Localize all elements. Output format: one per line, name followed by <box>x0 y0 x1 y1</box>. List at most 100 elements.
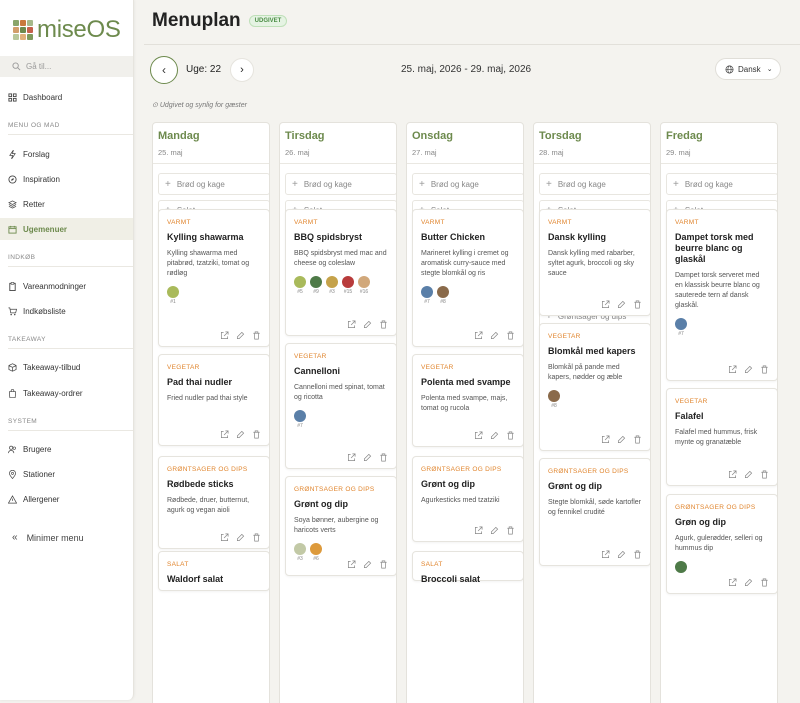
sidebar-item-allergener[interactable]: Allergener <box>0 488 133 510</box>
dish-card[interactable]: GRØNTSAGER OG DIPS Rødbede sticks Rødbede,… <box>158 456 269 549</box>
dish-name: Dansk kylling <box>548 232 607 242</box>
dish-card[interactable]: VEGETAR Cannelloni Cannelloni med spinat, … <box>285 343 396 469</box>
day-column-fredag: Fredag29. maj+Brød og kage+Salat+Varmt+V… <box>660 122 778 703</box>
trash-icon[interactable] <box>760 578 769 587</box>
external-link-icon[interactable] <box>220 430 229 439</box>
trash-icon[interactable] <box>506 331 515 340</box>
minimize-menu-button[interactable]: « Minimer menu <box>12 532 84 543</box>
external-link-icon[interactable] <box>728 365 737 374</box>
sidebar-item-retter[interactable]: Retter <box>0 193 133 215</box>
main-content: Menuplan UDGIVET ‹ Uge: 22 › 25. maj, 20… <box>144 0 800 703</box>
edit-icon[interactable] <box>236 430 245 439</box>
dish-card[interactable]: GRØNTSAGER OG DIPS Grønt og dip Agurkestic… <box>412 456 523 542</box>
sidebar-item-forslag[interactable]: Forslag <box>0 143 133 165</box>
dish-category-tag: VEGETAR <box>421 364 454 371</box>
edit-icon[interactable] <box>617 435 626 444</box>
external-link-icon[interactable] <box>728 578 737 587</box>
dish-card[interactable]: GRØNTSAGER OG DIPS Grønt og dip Soya bønne… <box>285 476 396 576</box>
sidebar-item-inspiration[interactable]: Inspiration <box>0 168 133 190</box>
add-category-button[interactable]: + Brød og kage <box>158 173 269 195</box>
trash-icon[interactable] <box>633 435 642 444</box>
trash-icon[interactable] <box>379 453 388 462</box>
dish-card[interactable]: GRØNTSAGER OG DIPS Grøn og dip Agurk, gule… <box>666 494 777 594</box>
dish-card[interactable]: VARMT Kylling shawarma Kylling shawarma me… <box>158 209 269 347</box>
trash-icon[interactable] <box>760 470 769 479</box>
edit-icon[interactable] <box>363 560 372 569</box>
trash-icon[interactable] <box>760 365 769 374</box>
sidebar-item-brugere[interactable]: Brugere <box>0 438 133 460</box>
next-week-button[interactable]: › <box>230 58 254 82</box>
external-link-icon[interactable] <box>474 431 483 440</box>
dish-card[interactable]: SALAT Broccoli salat <box>412 551 523 584</box>
external-link-icon[interactable] <box>474 526 483 535</box>
edit-icon[interactable] <box>744 470 753 479</box>
edit-icon[interactable] <box>490 431 499 440</box>
sidebar-item-dashboard[interactable]: Dashboard <box>0 86 133 108</box>
trash-icon[interactable] <box>252 533 261 542</box>
previous-week-button[interactable]: ‹ <box>150 56 178 84</box>
edit-icon[interactable] <box>617 300 626 309</box>
dish-card[interactable]: VEGETAR Falafel Falafel med hummus, frisk … <box>666 388 777 486</box>
sidebar-item-stationer[interactable]: Stationer <box>0 463 133 485</box>
app-logo[interactable]: miseOS <box>13 16 121 44</box>
trash-icon[interactable] <box>506 526 515 535</box>
sidebar-item-vareanmodninger[interactable]: Vareanmodninger <box>0 275 133 297</box>
trash-icon[interactable] <box>252 331 261 340</box>
external-link-icon[interactable] <box>347 560 356 569</box>
edit-icon[interactable] <box>490 331 499 340</box>
trash-icon[interactable] <box>633 300 642 309</box>
edit-icon[interactable] <box>490 526 499 535</box>
dish-card[interactable]: VEGETAR Blomkål med kapers Blomkål på pand… <box>539 323 650 451</box>
edit-icon[interactable] <box>363 453 372 462</box>
edit-icon[interactable] <box>744 365 753 374</box>
trash-icon[interactable] <box>379 560 388 569</box>
sidebar-item-label: Brugere <box>23 444 52 454</box>
dish-card[interactable]: SALAT Waldorf salat <box>158 551 269 591</box>
external-link-icon[interactable] <box>601 550 610 559</box>
day-name: Tirsdag <box>285 130 325 142</box>
search-input[interactable]: Gå til... <box>0 56 133 77</box>
sidebar-item-label: Indkøbsliste <box>23 306 66 316</box>
external-link-icon[interactable] <box>474 331 483 340</box>
dish-card[interactable]: VARMT BBQ spidsbryst BBQ spidsbryst med ma… <box>285 209 396 336</box>
edit-icon[interactable] <box>744 578 753 587</box>
edit-icon[interactable] <box>236 533 245 542</box>
dish-card[interactable]: GRØNTSAGER OG DIPS Grønt og dip Stegte blo… <box>539 458 650 566</box>
trash-icon[interactable] <box>252 430 261 439</box>
dish-card[interactable]: VEGETAR Polenta med svampe Polenta med sva… <box>412 354 523 447</box>
dish-card[interactable]: VARMT Dansk kylling Dansk kylling med raba… <box>539 209 650 316</box>
trash-icon[interactable] <box>379 320 388 329</box>
external-link-icon[interactable] <box>347 320 356 329</box>
add-category-button[interactable]: + Brød og kage <box>412 173 523 195</box>
edit-icon[interactable] <box>236 331 245 340</box>
allergen-number: #7 <box>424 299 430 305</box>
dish-name: Polenta med svampe <box>421 377 511 387</box>
dish-card[interactable]: VARMT Butter Chicken Marineret kylling i c… <box>412 209 523 347</box>
external-link-icon[interactable] <box>347 453 356 462</box>
edit-icon[interactable] <box>617 550 626 559</box>
day-date: 26. maj <box>285 148 310 157</box>
trash-icon[interactable] <box>633 550 642 559</box>
sidebar-item-ugemenuer[interactable]: Ugemenuer <box>0 218 133 240</box>
sidebar-item-indkobsliste[interactable]: Indkøbsliste <box>0 300 133 322</box>
dish-card[interactable]: VEGETAR Pad thai nudler Fried nudler pad t… <box>158 354 269 446</box>
trash-icon[interactable] <box>506 431 515 440</box>
external-link-icon[interactable] <box>601 300 610 309</box>
allergen-number: #15 <box>343 289 353 295</box>
language-select[interactable]: Dansk ⌄ <box>715 58 781 80</box>
edit-icon[interactable] <box>363 320 372 329</box>
dish-card[interactable]: VARMT Dampet torsk med beurre blanc og gl… <box>666 209 777 381</box>
allergen-number: #16 <box>359 289 369 295</box>
add-category-button[interactable]: + Brød og kage <box>285 173 396 195</box>
add-category-button[interactable]: + Brød og kage <box>666 173 777 195</box>
external-link-icon[interactable] <box>728 470 737 479</box>
dish-actions <box>213 331 261 340</box>
add-category-button[interactable]: + Brød og kage <box>539 173 650 195</box>
external-link-icon[interactable] <box>220 331 229 340</box>
sidebar-item-takeaway-tilbud[interactable]: Takeaway-tilbud <box>0 356 133 378</box>
sidebar-item-takeaway-ordrer[interactable]: Takeaway-ordrer <box>0 382 133 404</box>
external-link-icon[interactable] <box>601 435 610 444</box>
lightning-icon <box>9 149 16 159</box>
external-link-icon[interactable] <box>220 533 229 542</box>
dish-description: Dampet torsk serveret med en klassisk be… <box>675 272 760 309</box>
